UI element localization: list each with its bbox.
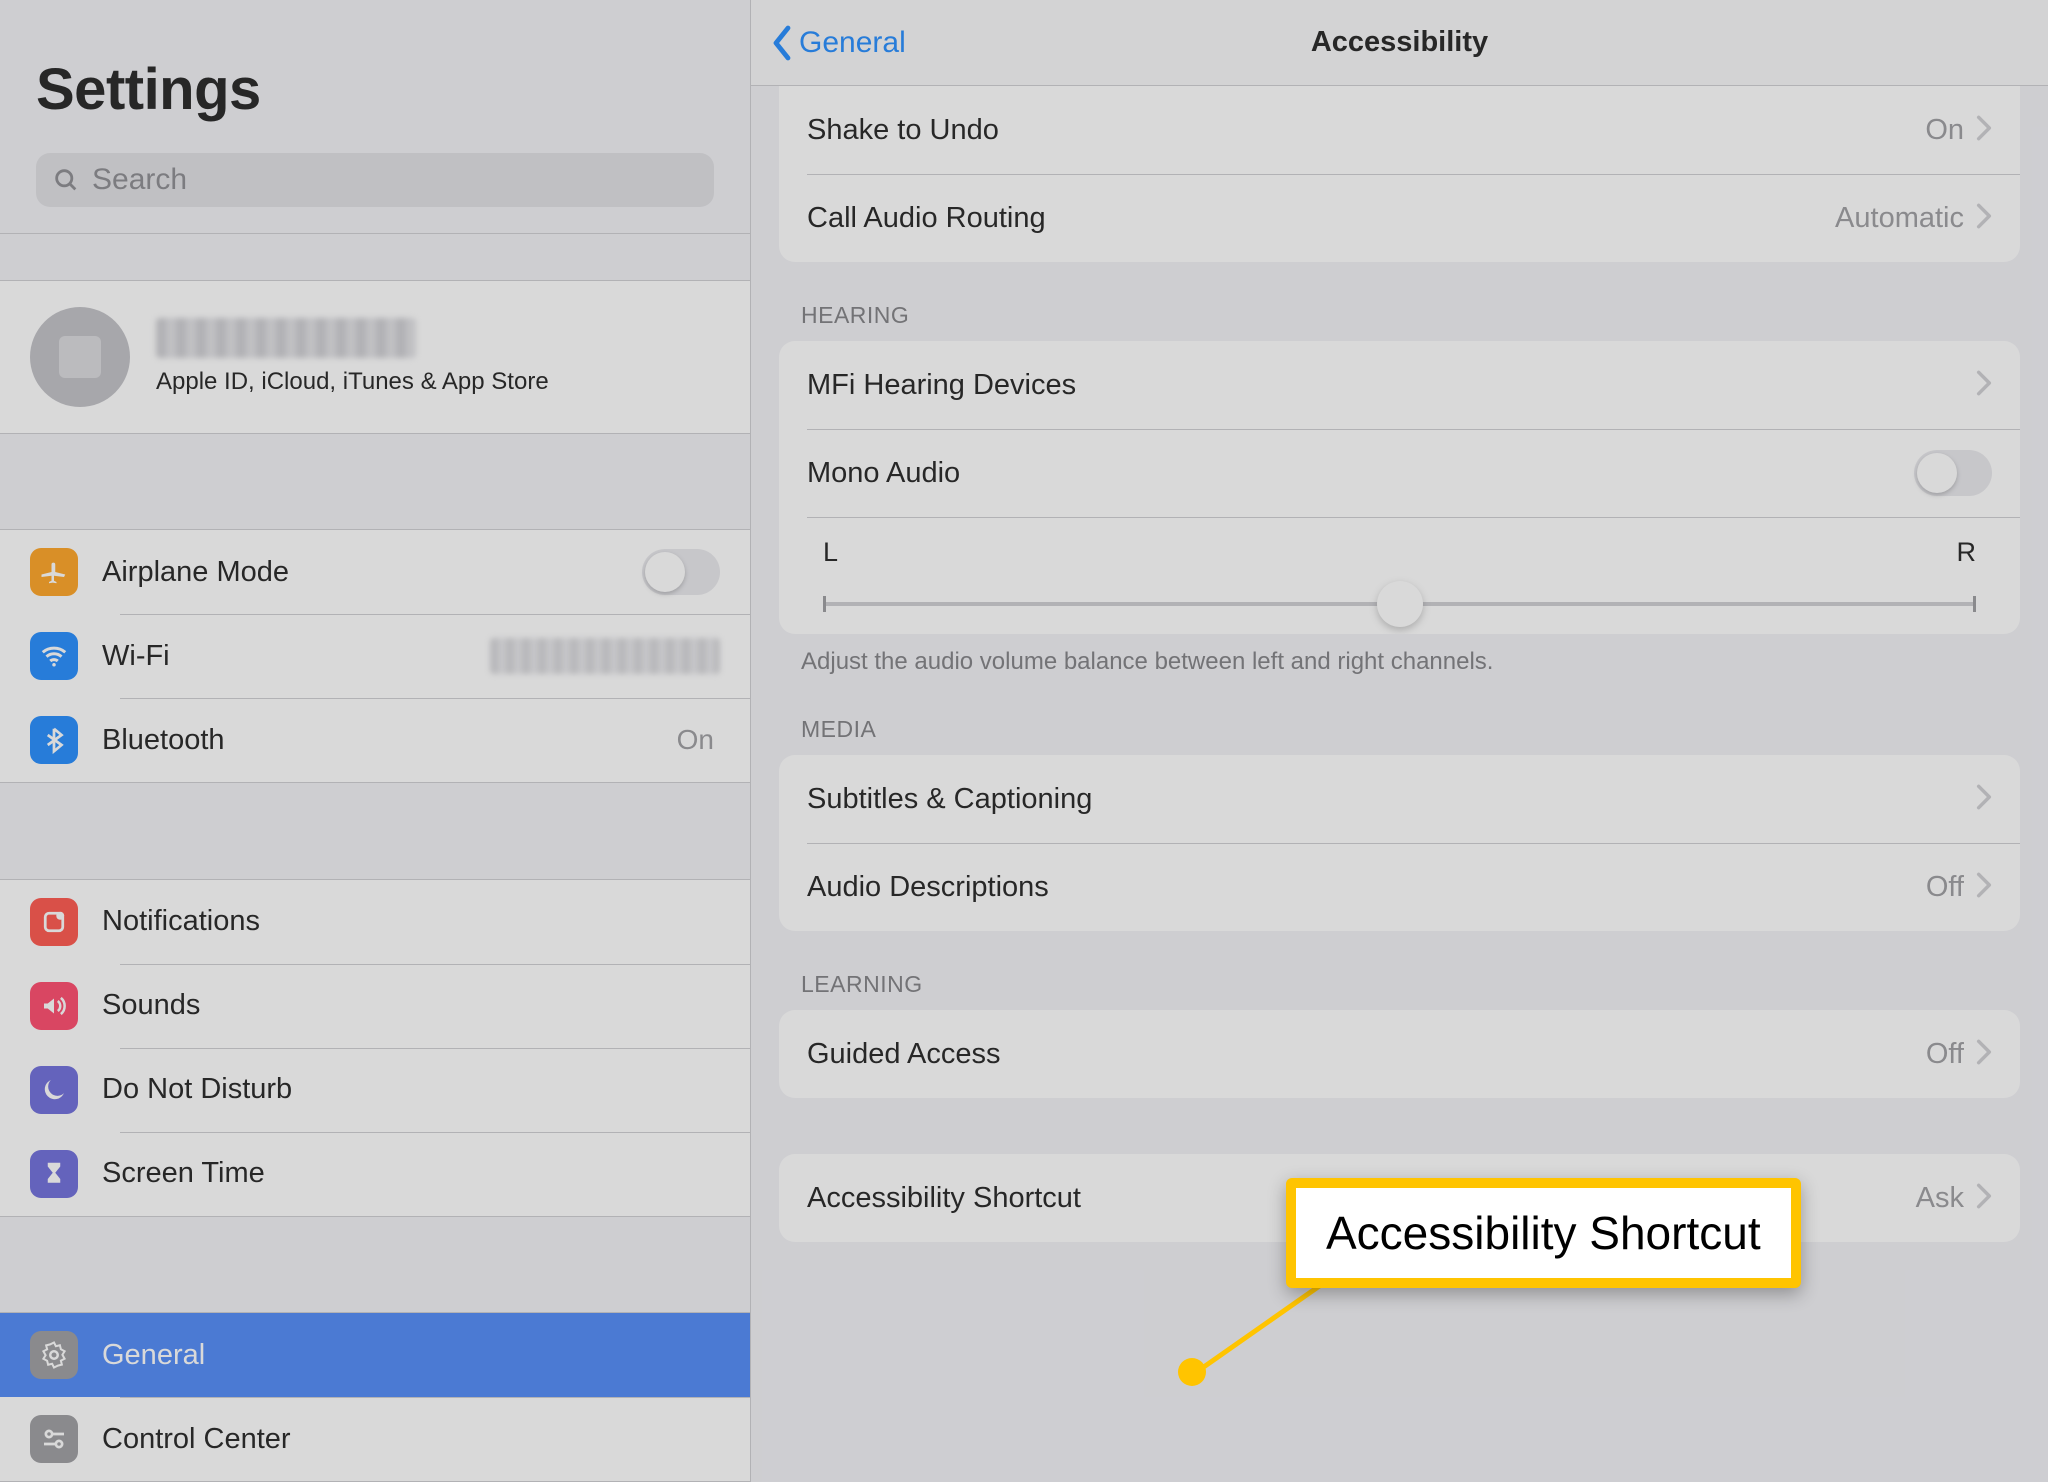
search-icon [52, 166, 80, 194]
detail-pane: General Accessibility Shake to Undo On C… [751, 0, 2048, 1482]
cell-accessibility-shortcut[interactable]: Accessibility Shortcut Ask [779, 1154, 2020, 1242]
cell-mono-audio[interactable]: Mono Audio [779, 429, 2020, 517]
cell-value: Automatic [1835, 202, 1964, 235]
cell-guided-access[interactable]: Guided Access Off [779, 1010, 2020, 1098]
back-button[interactable]: General [751, 25, 906, 61]
wifi-icon [30, 632, 78, 680]
bluetooth-icon [30, 716, 78, 764]
switches-icon [30, 1415, 78, 1463]
account-name-redacted [156, 318, 416, 358]
chevron-right-icon [1976, 202, 1992, 235]
cell-call-audio-routing[interactable]: Call Audio Routing Automatic [779, 174, 2020, 262]
search-input[interactable]: Search [36, 153, 714, 207]
cell-label: Call Audio Routing [807, 202, 1835, 235]
search-placeholder: Search [92, 163, 187, 197]
sidebar-item-dnd[interactable]: Do Not Disturb [0, 1048, 750, 1132]
balance-left-label: L [823, 537, 838, 568]
cell-label: Audio Descriptions [807, 871, 1926, 904]
sidebar-item-general[interactable]: General [0, 1313, 750, 1397]
section-header-learning: LEARNING [751, 931, 2048, 1010]
cell-subtitles[interactable]: Subtitles & Captioning [779, 755, 2020, 843]
avatar [30, 307, 130, 407]
sidebar-item-label: General [102, 1339, 720, 1372]
cell-label: MFi Hearing Devices [807, 369, 1976, 402]
bluetooth-value: On [677, 724, 714, 756]
balance-right-label: R [1957, 537, 1977, 568]
cell-label: Mono Audio [807, 457, 1914, 490]
back-label: General [799, 26, 906, 60]
chevron-right-icon [1976, 369, 1992, 402]
sidebar-item-notifications[interactable]: Notifications [0, 880, 750, 964]
cell-label: Shake to Undo [807, 114, 1925, 147]
sidebar-item-bluetooth[interactable]: Bluetooth On [0, 698, 750, 782]
chevron-right-icon [1976, 114, 1992, 147]
chevron-left-icon [771, 25, 793, 61]
sidebar-item-airplane[interactable]: Airplane Mode [0, 530, 750, 614]
sidebar-item-wifi[interactable]: Wi-Fi [0, 614, 750, 698]
section-header-hearing: HEARING [751, 262, 2048, 341]
cell-value: Ask [1916, 1182, 1964, 1215]
gear-icon [30, 1331, 78, 1379]
sidebar-item-screentime[interactable]: Screen Time [0, 1132, 750, 1216]
chevron-right-icon [1976, 1182, 1992, 1215]
sidebar-item-label: Bluetooth [102, 724, 677, 757]
settings-sidebar: Settings Search Apple ID, iCloud, iTunes… [0, 0, 751, 1482]
section-footer-hearing: Adjust the audio volume balance between … [751, 634, 2048, 676]
nav-title: Accessibility [751, 26, 2048, 59]
hourglass-icon [30, 1150, 78, 1198]
nav-bar: General Accessibility [751, 0, 2048, 86]
wifi-value-redacted [490, 638, 720, 674]
cell-audio-balance: L R [779, 517, 2020, 634]
cell-value: On [1925, 114, 1964, 147]
sounds-icon [30, 982, 78, 1030]
sidebar-item-label: Screen Time [102, 1157, 720, 1190]
sidebar-item-label: Control Center [102, 1423, 720, 1456]
cell-label: Accessibility Shortcut [807, 1182, 1916, 1215]
sidebar-item-label: Wi-Fi [102, 640, 490, 673]
moon-icon [30, 1066, 78, 1114]
settings-title: Settings [36, 56, 714, 123]
chevron-right-icon [1976, 871, 1992, 904]
airplane-icon [30, 548, 78, 596]
mono-audio-toggle[interactable] [1914, 450, 1992, 496]
sidebar-item-label: Notifications [102, 905, 720, 938]
cell-label: Guided Access [807, 1038, 1926, 1071]
cell-shake-to-undo[interactable]: Shake to Undo On [779, 86, 2020, 174]
sidebar-item-label: Airplane Mode [102, 556, 642, 589]
section-header-media: MEDIA [751, 676, 2048, 755]
cell-value: Off [1926, 1038, 1964, 1071]
chevron-right-icon [1976, 1038, 1992, 1071]
cell-value: Off [1926, 871, 1964, 904]
cell-label: Subtitles & Captioning [807, 783, 1976, 816]
cell-audio-descriptions[interactable]: Audio Descriptions Off [779, 843, 2020, 931]
chevron-right-icon [1976, 783, 1992, 816]
sidebar-item-label: Sounds [102, 989, 720, 1022]
airplane-toggle[interactable] [642, 549, 720, 595]
notifications-icon [30, 898, 78, 946]
sidebar-item-sounds[interactable]: Sounds [0, 964, 750, 1048]
sidebar-item-label: Do Not Disturb [102, 1073, 720, 1106]
audio-balance-slider[interactable] [823, 602, 1976, 606]
slider-thumb[interactable] [1377, 581, 1423, 627]
sidebar-item-controlcenter[interactable]: Control Center [0, 1397, 750, 1481]
sidebar-item-account[interactable]: Apple ID, iCloud, iTunes & App Store [0, 281, 750, 433]
account-subtitle: Apple ID, iCloud, iTunes & App Store [156, 368, 549, 396]
cell-mfi-hearing[interactable]: MFi Hearing Devices [779, 341, 2020, 429]
